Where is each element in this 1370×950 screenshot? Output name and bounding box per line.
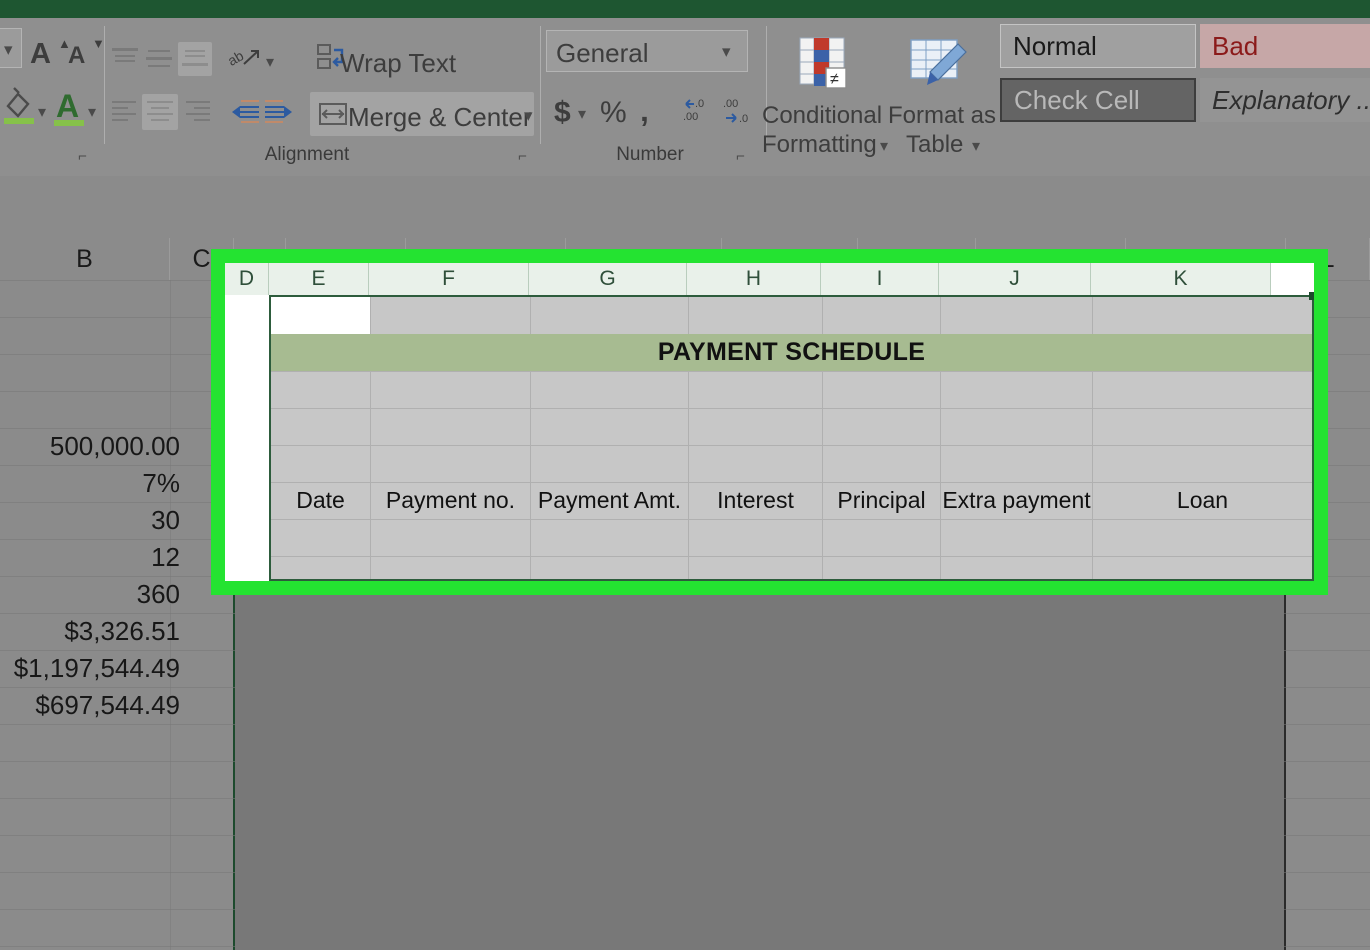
highlight-callout-content: D E F G H I J K PAYMENT SCHEDULE Date Pa…	[225, 263, 1314, 581]
font-group-dialog-launcher[interactable]: ⌐	[78, 148, 96, 166]
fill-color-dropdown-icon[interactable]: ▾	[38, 102, 46, 122]
font-size-dropdown-icon[interactable]: ▾	[4, 40, 13, 60]
wrap-text-label[interactable]: Wrap Text	[340, 48, 456, 79]
cell-B-total-payments[interactable]: 360	[0, 576, 186, 613]
payment-schedule-table[interactable]: PAYMENT SCHEDULE Date Payment no. Paymen…	[269, 292, 1314, 581]
percent-format-icon[interactable]: %	[600, 96, 627, 130]
fill-color-icon[interactable]	[2, 86, 36, 126]
svg-text:.00: .00	[723, 98, 738, 110]
font-color-swatch	[54, 120, 84, 126]
svg-text:.0: .0	[739, 113, 748, 125]
middle-align-icon[interactable]	[144, 46, 174, 72]
align-right-icon[interactable]	[182, 98, 212, 126]
align-left-icon[interactable]	[110, 98, 140, 126]
decrease-decimal-icon[interactable]: .00 .0	[722, 96, 758, 132]
increase-indent-icon[interactable]	[264, 98, 296, 126]
number-format-dropdown-icon[interactable]: ▾	[722, 42, 731, 62]
cell-B-payments-year[interactable]: 12	[0, 539, 186, 576]
table-header-interest[interactable]: Interest	[689, 482, 822, 519]
card-column-header-K[interactable]: K	[1091, 263, 1271, 295]
table-header-date[interactable]: Date	[271, 482, 370, 519]
format-as-table-label-1[interactable]: Format as	[888, 102, 996, 130]
payment-schedule-title: PAYMENT SCHEDULE	[657, 338, 926, 366]
shrink-font-caret-icon: ▼	[92, 36, 105, 51]
cell-B-loan-amount[interactable]: 500,000.00	[0, 428, 186, 465]
increase-decimal-icon[interactable]: .0 .00	[682, 96, 718, 132]
ribbon: ▾ A ▲ A ▼ ▾ A ▾ ⌐ ab ▾ Wrap Text Merge &…	[0, 18, 1370, 176]
payment-schedule-title-row: PAYMENT SCHEDULE	[271, 334, 1312, 371]
format-as-table-label-2[interactable]: Table	[906, 131, 963, 159]
table-header-loan[interactable]: Loan	[1093, 482, 1312, 519]
active-cell[interactable]	[271, 297, 370, 334]
cell-style-bad[interactable]: Bad	[1200, 24, 1370, 68]
align-center-icon	[147, 101, 173, 121]
table-header-extra-payment[interactable]: Extra payment	[941, 482, 1092, 519]
merge-center-icon	[319, 103, 347, 125]
cell-B-loan-years[interactable]: 30	[0, 502, 186, 539]
card-column-header-I[interactable]: I	[821, 263, 939, 295]
alignment-group-dialog-launcher[interactable]: ⌐	[518, 148, 536, 166]
title-bar-strip	[0, 0, 1370, 18]
orientation-dropdown-icon[interactable]: ▾	[266, 52, 274, 72]
card-column-header-E[interactable]: E	[269, 263, 369, 295]
merge-center-dropdown-icon[interactable]: ▾	[524, 106, 533, 126]
excel-window: ▾ A ▲ A ▼ ▾ A ▾ ⌐ ab ▾ Wrap Text Merge &…	[0, 0, 1370, 950]
bottom-align-icon	[182, 50, 208, 66]
orientation-icon[interactable]: ab	[228, 44, 262, 74]
font-color-dropdown-icon[interactable]: ▾	[88, 102, 96, 122]
comma-format-icon[interactable]: ‚	[640, 92, 649, 129]
conditional-formatting-label-1[interactable]: Conditional	[762, 102, 882, 130]
format-as-table-icon[interactable]	[908, 38, 970, 98]
cell-B-total-cost[interactable]: $1,197,544.49	[0, 650, 186, 687]
number-group-label: Number	[616, 144, 684, 165]
cell-style-check-cell[interactable]: Check Cell	[1000, 78, 1196, 122]
number-group-dialog-launcher[interactable]: ⌐	[736, 148, 754, 166]
currency-format-icon[interactable]: $	[554, 96, 571, 130]
alignment-group-label: Alignment	[264, 144, 350, 165]
grow-font-icon[interactable]: A	[30, 38, 51, 71]
currency-dropdown-icon[interactable]: ▾	[578, 104, 586, 124]
decrease-indent-icon[interactable]	[228, 98, 260, 126]
column-header-B[interactable]: B	[0, 238, 170, 280]
table-header-payment-no[interactable]: Payment no.	[371, 482, 530, 519]
selection-fill-handle[interactable]	[1309, 292, 1314, 300]
table-header-payment-amt[interactable]: Payment Amt.	[531, 482, 688, 519]
cell-style-normal[interactable]: Normal	[1000, 24, 1196, 68]
cell-B-total-interest[interactable]: $697,544.49	[0, 687, 186, 724]
conditional-formatting-icon[interactable]: ≠	[796, 36, 854, 98]
svg-text:≠: ≠	[830, 71, 839, 88]
conditional-formatting-dropdown-icon[interactable]: ▾	[880, 136, 888, 156]
card-column-header-J[interactable]: J	[939, 263, 1091, 295]
cell-B-interest-rate[interactable]: 7%	[0, 465, 186, 502]
top-align-icon[interactable]	[110, 46, 140, 72]
svg-text:.00: .00	[683, 111, 698, 123]
card-column-header-F[interactable]: F	[369, 263, 529, 295]
shrink-font-icon[interactable]: A	[68, 42, 85, 70]
conditional-formatting-label-2[interactable]: Formatting	[762, 131, 877, 159]
svg-text:.0: .0	[695, 98, 704, 110]
card-column-header-H[interactable]: H	[687, 263, 821, 295]
format-as-table-dropdown-icon[interactable]: ▾	[972, 136, 980, 156]
svg-text:ab: ab	[228, 47, 246, 69]
card-column-header-G[interactable]: G	[529, 263, 687, 295]
card-column-header-D[interactable]: D	[225, 263, 269, 295]
cell-style-explanatory[interactable]: Explanatory ...	[1200, 78, 1370, 122]
merge-center-label[interactable]: Merge & Center	[348, 102, 532, 133]
number-format-value[interactable]: General	[556, 38, 649, 69]
highlight-callout: D E F G H I J K PAYMENT SCHEDULE Date Pa…	[211, 249, 1328, 595]
table-header-principal[interactable]: Principal	[823, 482, 940, 519]
cell-B-monthly-payment[interactable]: $3,326.51	[0, 613, 186, 650]
